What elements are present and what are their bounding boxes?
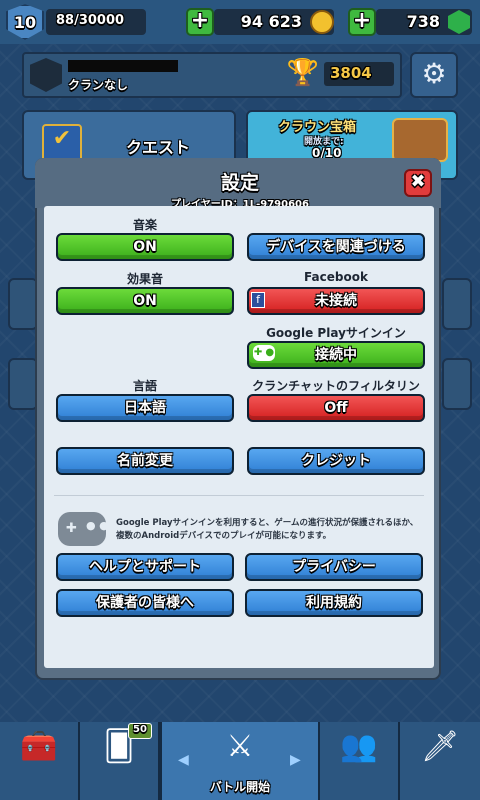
gold-coin-icon (310, 10, 334, 34)
nav-arrow-right-icon[interactable]: ▶ (290, 752, 301, 768)
chest-shop-icon: 🧰 (20, 729, 58, 764)
level-value: 10 (13, 12, 37, 32)
facebook-icon: f (251, 292, 265, 308)
tab-tournaments[interactable]: 🗡 (400, 722, 480, 800)
credits-label: クレジット (301, 453, 371, 469)
cards-badge: 50 (128, 723, 152, 739)
sword-laurel-icon: 🗡 (420, 729, 460, 764)
tab-shop[interactable]: 🧰 (0, 722, 80, 800)
tab-clan[interactable]: 👥 (320, 722, 400, 800)
gear-icon: ⚙ (421, 57, 447, 90)
side-trophy-road-button[interactable] (8, 278, 38, 330)
quest-label: クエスト (126, 138, 191, 157)
close-button[interactable]: ✖ (404, 169, 432, 197)
rename-button[interactable]: 名前変更 (56, 447, 234, 475)
side-right-button[interactable] (442, 358, 472, 410)
nav-arrow-left-icon[interactable]: ◀ (178, 752, 189, 768)
crown-chest-icon (392, 118, 448, 162)
terms-label: 利用規約 (306, 595, 362, 611)
language-label: 言語 (132, 379, 157, 393)
close-icon: ✖ (410, 171, 426, 192)
facebook-connect-button[interactable]: 未接続 (247, 287, 425, 315)
google-play-note: Google Playサインインを利用すると、ゲームの進行状況が保護されるほか、… (116, 518, 419, 541)
parents-guide-label: 保護者の皆様へ (96, 595, 194, 611)
clan-chat-filter-value: Off (324, 400, 348, 416)
crown-chest-title: クラウン宝箱 (278, 120, 357, 135)
parents-guide-button[interactable]: 保護者の皆様へ (56, 589, 234, 617)
plus-icon: + (190, 8, 210, 33)
google-play-label: Google Playサインイン (266, 326, 406, 340)
link-device-button[interactable]: デバイスを関連づける (247, 233, 425, 261)
privacy-label: プライバシー (292, 559, 376, 575)
language-value: 日本語 (124, 400, 166, 416)
credits-button[interactable]: クレジット (247, 447, 425, 475)
sfx-label: 効果音 (126, 272, 163, 286)
terms-button[interactable]: 利用規約 (245, 589, 423, 617)
sfx-toggle-value: ON (133, 293, 157, 309)
music-toggle-value: ON (133, 239, 157, 255)
xp-value: 88/30000 (56, 13, 125, 28)
trophy-count: 3804 (324, 62, 394, 86)
gems-value: 738 (406, 12, 440, 31)
rename-label: 名前変更 (117, 453, 173, 469)
clan-chat-filter-button[interactable]: Off (247, 394, 425, 422)
dpad-icon: ✚ (66, 521, 77, 536)
link-device-label: デバイスを関連づける (266, 239, 406, 255)
gold-value: 94 623 (240, 12, 302, 31)
help-support-button[interactable]: ヘルプとサポート (56, 553, 234, 581)
side-left-button[interactable] (8, 358, 38, 410)
divider (54, 495, 424, 496)
redacted-player-name (68, 60, 178, 72)
clan-name: クランなし (68, 78, 129, 92)
gamepad-icon: ✚ ● (253, 345, 275, 361)
music-label: 音楽 (132, 218, 157, 232)
language-button[interactable]: 日本語 (56, 394, 234, 422)
facebook-label: Facebook (304, 270, 368, 284)
help-support-label: ヘルプとサポート (89, 559, 201, 575)
sfx-toggle-button[interactable]: ON (56, 287, 234, 315)
crossed-swords-icon: ⚔ (226, 729, 254, 764)
google-play-status: 接続中 (315, 347, 357, 363)
buy-gold-button[interactable]: + (186, 8, 214, 36)
plus-icon: + (352, 8, 372, 33)
xp-bar: 88/30000 (46, 9, 146, 35)
trophy-icon: 🏆 (286, 58, 320, 88)
gamepad-buttons-icon: ● ● (86, 519, 109, 532)
settings-gear-button[interactable]: ⚙ (410, 52, 458, 98)
music-toggle-button[interactable]: ON (56, 233, 234, 261)
side-tv-royale-button[interactable] (442, 278, 472, 330)
facebook-status: 未接続 (315, 293, 357, 309)
quest-check-icon: ✔ (42, 124, 82, 162)
clan-people-icon: 👥 (340, 729, 378, 764)
privacy-button[interactable]: プライバシー (245, 553, 423, 581)
buy-gems-button[interactable]: + (348, 8, 376, 36)
battle-label: バトル開始 (209, 780, 271, 794)
